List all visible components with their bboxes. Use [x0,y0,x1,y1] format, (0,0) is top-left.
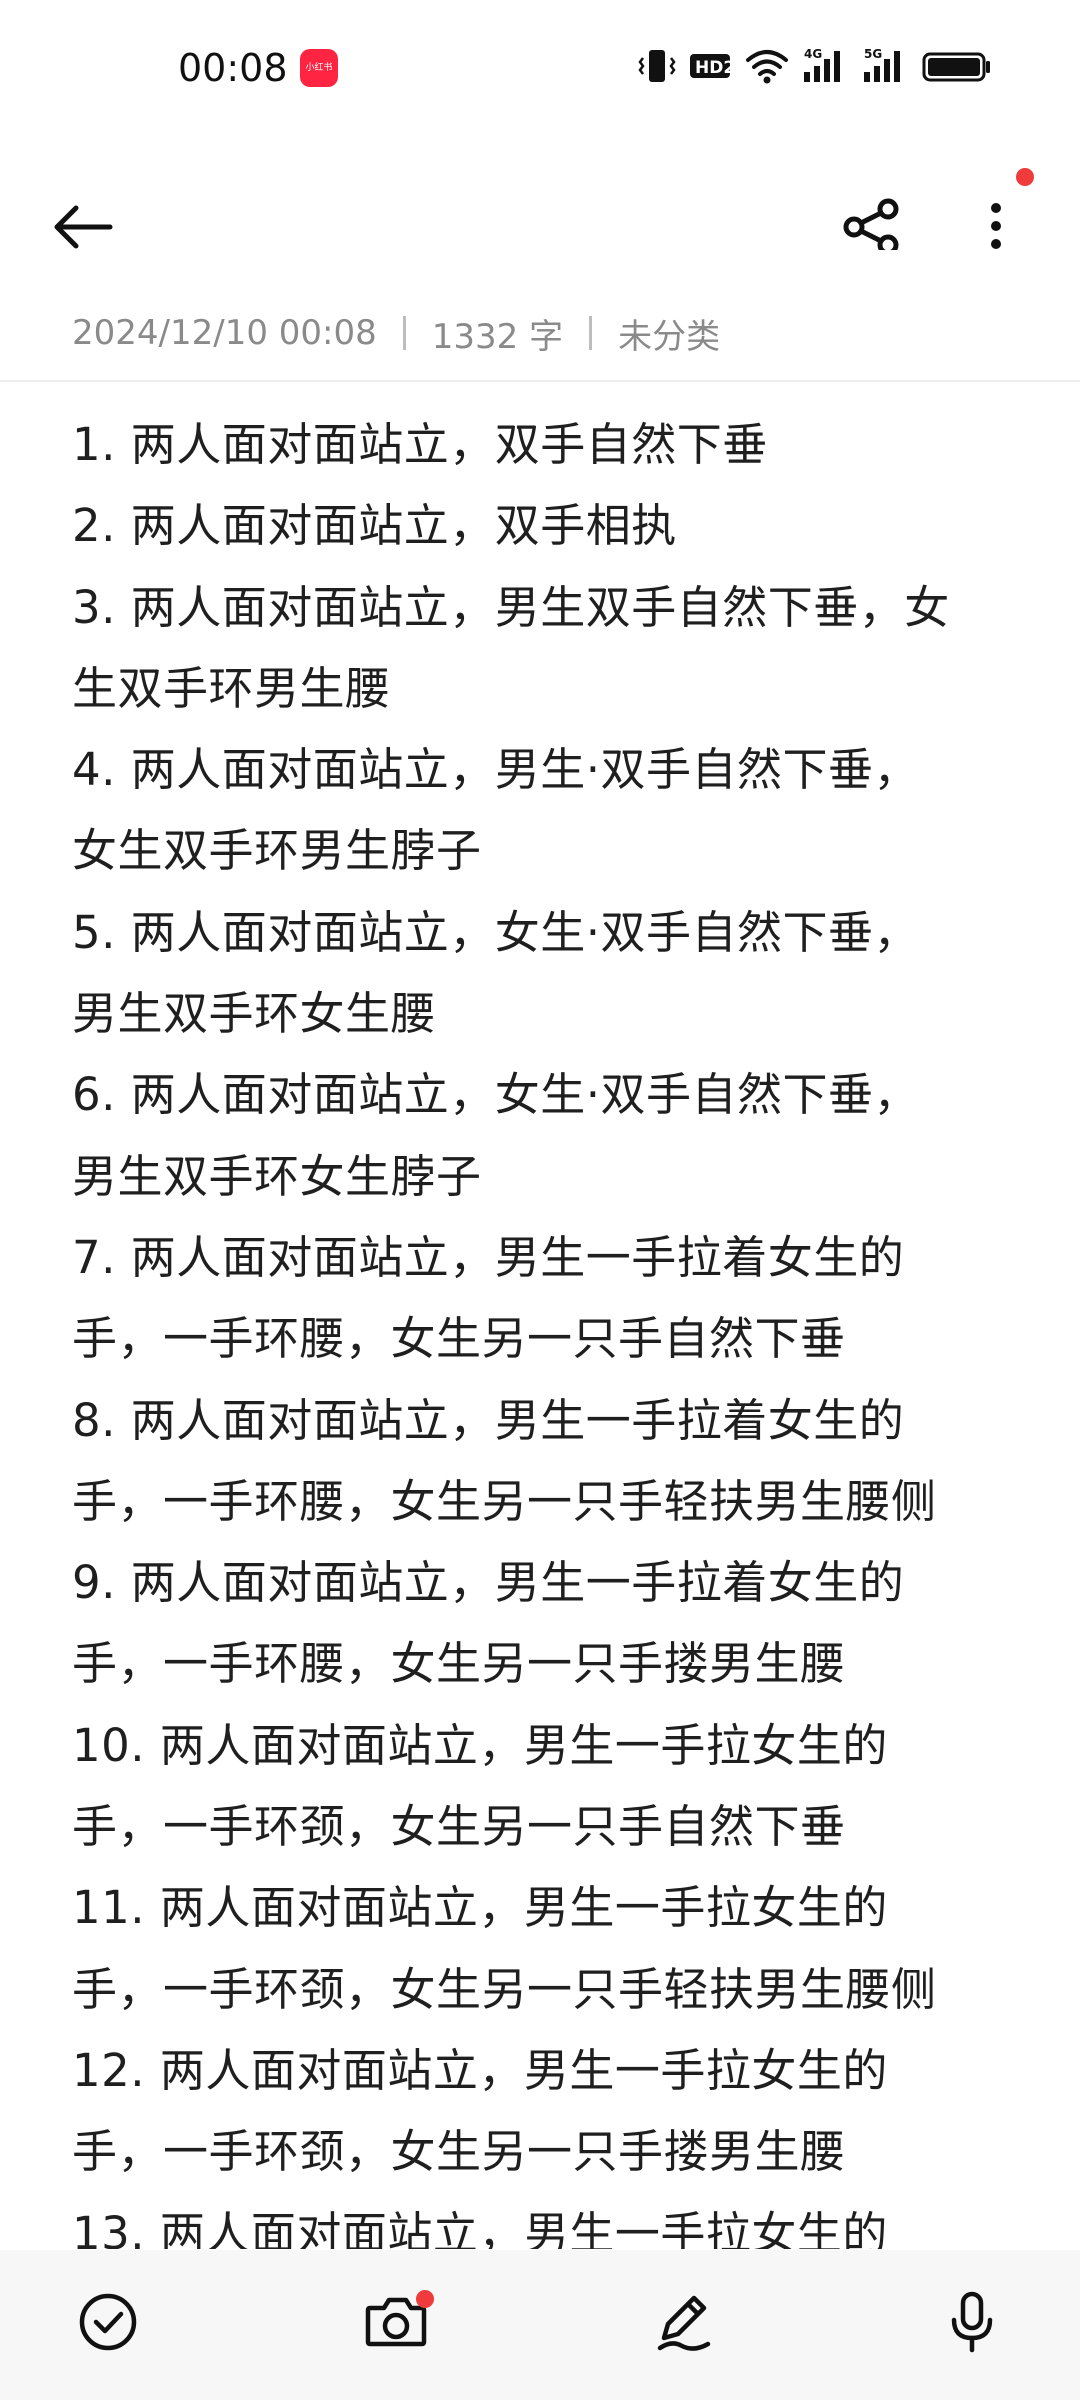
note-line: 生双手环男生腰 [72,661,391,715]
share-icon [843,198,899,256]
back-arrow-icon [54,205,113,249]
signal-4g-icon: 4G [802,46,850,90]
hd2-icon: HD2 [688,46,735,90]
note-editor-screen: 00:08 小红书 HD2 4G 5G 2024/12/10 00:08 133… [0,0,1080,2400]
svg-text:5G: 5G [864,47,882,61]
bottom-toolbar [0,2250,1080,2400]
note-line: 手，一手环颈，女生另一只手搂男生腰 [72,2125,846,2179]
note-content[interactable]: 1. 两人面对面站立，双手自然下垂 2. 两人面对面站立，双手相执 3. 两人面… [72,404,1012,2249]
note-line: 11. 两人面对面站立，男生一手拉女生的 [72,1881,888,1935]
note-line: 10. 两人面对面站立，男生一手拉女生的 [72,1718,888,1772]
note-line: 手，一手环颈，女生另一只手轻扶男生腰侧 [72,1962,937,2016]
note-line: 手，一手环腰，女生另一只手轻扶男生腰侧 [72,1474,937,1528]
note-line: 男生双手环女生腰 [72,987,437,1041]
status-icons: HD2 4G 5G [638,46,992,90]
note-line: 6. 两人面对面站立，女生·双手自然下垂， [72,1068,920,1122]
share-button[interactable] [830,170,910,256]
note-line: 3. 两人面对面站立，男生双手自然下垂，女 [72,580,950,634]
svg-text:4G: 4G [804,47,822,61]
note-toolbar [0,150,1080,270]
more-options-badge [1016,168,1034,186]
handwriting-button[interactable] [642,2280,726,2364]
voice-input-button[interactable] [930,2280,1014,2364]
checklist-icon [79,2293,137,2351]
note-line: 7. 两人面对面站立，男生一手拉着女生的 [72,1230,905,1284]
note-line: 12. 两人面对面站立，男生一手拉女生的 [72,2043,888,2097]
meta-divider [589,316,593,350]
note-line: 8. 两人面对面站立，男生一手拉着女生的 [72,1393,905,1447]
svg-text:HD2: HD2 [695,58,732,78]
note-word-count: 1332 字 [431,316,564,357]
note-line: 13. 两人面对面站立，男生一手拉女生的 [72,2206,888,2249]
status-time: 00:08 [178,46,288,90]
signal-5g-icon: 5G [862,46,910,90]
note-line: 5. 两人面对面站立，女生·双手自然下垂， [72,905,920,959]
camera-badge [416,2290,434,2308]
status-bar: 00:08 小红书 HD2 4G 5G [0,0,1080,140]
note-line: 手，一手环腰，女生另一只手自然下垂 [72,1312,846,1366]
note-line: 1. 两人面对面站立，双手自然下垂 [72,418,768,471]
note-line: 手，一手环腰，女生另一只手搂男生腰 [72,1637,846,1691]
note-line: 手，一手环颈，女生另一只手自然下垂 [72,1800,846,1854]
header-divider [0,380,1080,382]
microphone-icon [951,2291,993,2353]
note-line: 4. 两人面对面站立，男生·双手自然下垂， [72,743,920,797]
battery-icon [922,46,992,90]
note-line: 9. 两人面对面站立，男生一手拉着女生的 [72,1556,905,1610]
back-button[interactable] [44,170,124,250]
wifi-icon [744,46,790,90]
note-date: 2024/12/10 00:08 [72,313,377,353]
note-category[interactable]: 未分类 [618,309,720,358]
vibrate-icon [638,46,676,90]
xiaohongshu-notification-icon: 小红书 [300,49,338,87]
handwriting-icon [657,2295,711,2351]
note-line: 女生双手环男生脖子 [72,824,482,878]
note-line: 男生双手环女生脖子 [72,1149,482,1203]
note-line: 2. 两人面对面站立，双手相执 [72,499,677,553]
meta-divider [402,316,406,350]
checklist-button[interactable] [66,2280,150,2364]
note-meta: 2024/12/10 00:08 1332 字 未分类 [72,305,720,361]
